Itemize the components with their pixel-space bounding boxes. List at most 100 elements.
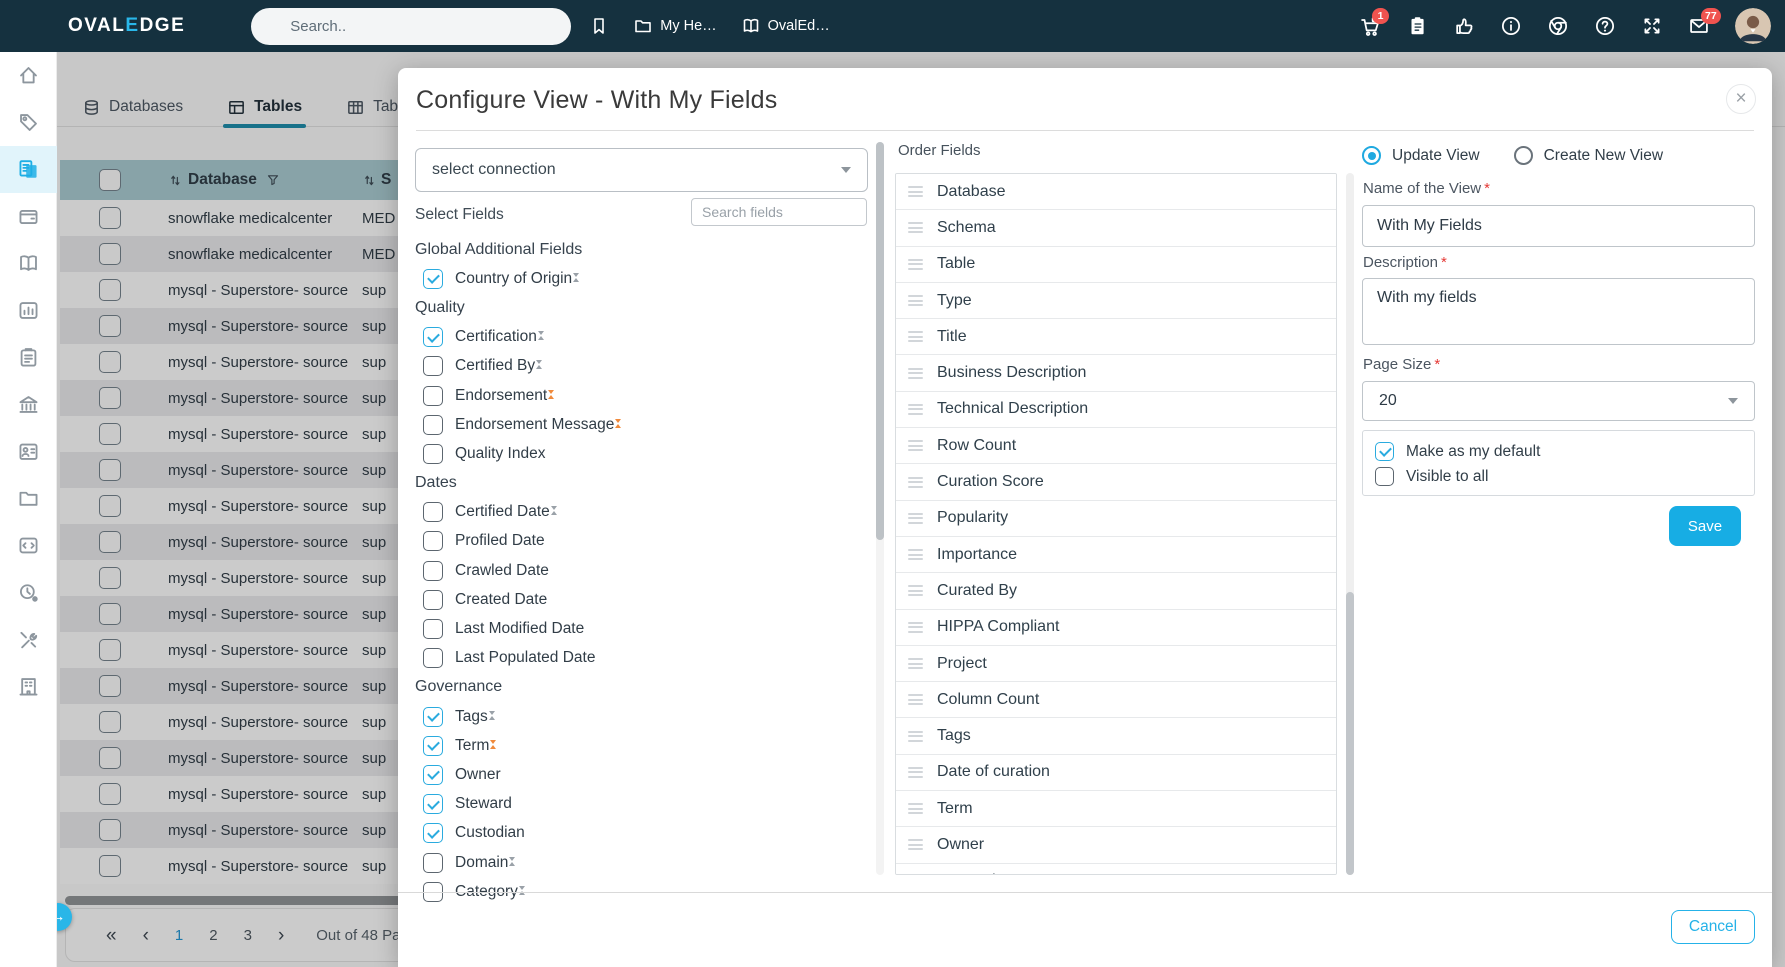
drag-handle-icon[interactable]: [908, 512, 923, 524]
info-button[interactable]: [1500, 15, 1522, 37]
field-checkbox[interactable]: [423, 385, 443, 406]
help-button[interactable]: [1594, 15, 1616, 37]
order-field-row[interactable]: Column Count: [896, 682, 1336, 719]
sidebar-item-tools[interactable]: [0, 616, 57, 663]
global-search-input[interactable]: [290, 17, 558, 35]
field-checkbox[interactable]: [423, 414, 443, 435]
field-checkbox[interactable]: [423, 794, 443, 815]
order-field-row[interactable]: Title: [896, 319, 1336, 356]
expand-button[interactable]: [1641, 15, 1663, 37]
sidebar-item-reports[interactable]: [0, 287, 57, 334]
order-field-row[interactable]: HIPPA Compliant: [896, 609, 1336, 646]
drag-handle-icon[interactable]: [908, 730, 923, 742]
field-checkbox[interactable]: [423, 764, 443, 785]
drag-handle-icon[interactable]: [908, 585, 923, 597]
drag-handle-icon[interactable]: [908, 694, 923, 706]
order-field-row[interactable]: Popularity: [896, 500, 1336, 537]
field-checkbox[interactable]: [423, 268, 443, 289]
field-checkbox[interactable]: [423, 735, 443, 756]
sidebar-item-wallet[interactable]: [0, 193, 57, 240]
drag-handle-icon[interactable]: [908, 621, 923, 633]
description-input[interactable]: [1362, 278, 1755, 345]
ovaledge-link[interactable]: OvalEd…: [741, 16, 830, 36]
drag-handle-icon[interactable]: [908, 331, 923, 343]
page-size-select[interactable]: 20: [1362, 381, 1755, 421]
field-checkbox[interactable]: [423, 619, 443, 640]
sidebar-item-files[interactable]: [0, 475, 57, 522]
order-field-row[interactable]: Type: [896, 282, 1336, 320]
drag-handle-icon[interactable]: [908, 367, 923, 379]
field-checkbox[interactable]: [423, 560, 443, 581]
fields-scrollbar-thumb[interactable]: [876, 142, 884, 540]
sidebar-item-home[interactable]: [0, 52, 57, 99]
order-field-row[interactable]: Schema: [896, 210, 1336, 247]
field-checkbox[interactable]: [423, 706, 443, 727]
field-checkbox[interactable]: [423, 327, 443, 348]
order-field-row[interactable]: Project: [896, 645, 1336, 683]
field-checkbox[interactable]: [423, 502, 443, 523]
drag-handle-icon[interactable]: [908, 222, 923, 234]
cancel-button[interactable]: Cancel: [1671, 910, 1755, 944]
order-field-row[interactable]: Importance: [896, 536, 1336, 574]
order-field-row[interactable]: Term: [896, 791, 1336, 828]
my-health-link[interactable]: My He…: [633, 16, 717, 36]
drag-handle-icon[interactable]: [908, 658, 923, 669]
order-field-row[interactable]: Owner: [896, 827, 1336, 864]
drag-handle-icon[interactable]: [908, 258, 923, 270]
connection-select[interactable]: select connection: [415, 148, 868, 192]
brand-logo[interactable]: OVALEDGE: [34, 13, 185, 39]
order-field-row[interactable]: Row Count: [896, 428, 1336, 465]
sidebar-item-projects[interactable]: [0, 334, 57, 381]
sidebar-item-org[interactable]: [0, 663, 57, 710]
order-field-row[interactable]: Steward: [896, 863, 1336, 874]
field-checkbox[interactable]: [423, 852, 443, 873]
sidebar-item-glossary[interactable]: [0, 240, 57, 287]
order-field-label: Schema: [937, 218, 996, 236]
drag-handle-icon[interactable]: [908, 295, 923, 307]
field-search-input[interactable]: [702, 204, 844, 220]
drag-handle-icon[interactable]: [908, 766, 923, 778]
view-name-input[interactable]: [1362, 205, 1755, 247]
drag-handle-icon[interactable]: [908, 440, 923, 452]
order-field-row[interactable]: Database: [896, 174, 1336, 211]
sidebar-item-governance[interactable]: [0, 381, 57, 428]
field-checkbox[interactable]: [423, 356, 443, 377]
drag-handle-icon[interactable]: [908, 549, 923, 561]
drag-handle-icon[interactable]: [908, 476, 923, 488]
order-field-row[interactable]: Tags: [896, 718, 1336, 755]
radio-update-view[interactable]: Update View: [1362, 146, 1480, 165]
sidebar-item-catalog[interactable]: [0, 146, 57, 193]
option-checkbox[interactable]: [1375, 467, 1394, 486]
radio-create-new-view[interactable]: Create New View: [1513, 146, 1663, 165]
drag-handle-icon[interactable]: [908, 839, 923, 851]
drag-handle-icon[interactable]: [908, 803, 923, 815]
sidebar-item-jobs[interactable]: [0, 569, 57, 616]
order-field-row[interactable]: Curation Score: [896, 464, 1336, 501]
order-field-row[interactable]: Curated By: [896, 573, 1336, 610]
drag-handle-icon[interactable]: [908, 186, 923, 198]
sidebar-item-query[interactable]: [0, 522, 57, 569]
order-scrollbar-thumb[interactable]: [1346, 592, 1354, 875]
field-checkbox[interactable]: [423, 823, 443, 844]
field-checkbox[interactable]: [423, 589, 443, 610]
drag-handle-icon[interactable]: [908, 403, 923, 415]
approvals-button[interactable]: [1453, 15, 1475, 37]
bookmark-button[interactable]: [589, 16, 609, 36]
order-field-row[interactable]: Table: [896, 246, 1336, 283]
sidebar-item-tags[interactable]: [0, 99, 57, 146]
messages-button[interactable]: 77: [1688, 8, 1721, 37]
option-checkbox[interactable]: [1375, 442, 1394, 461]
tasks-button[interactable]: [1406, 15, 1428, 37]
field-checkbox[interactable]: [423, 531, 443, 552]
save-button[interactable]: Save: [1669, 506, 1741, 546]
sidebar-item-contacts[interactable]: [0, 428, 57, 475]
profile-avatar[interactable]: [1735, 8, 1771, 44]
cart-button[interactable]: 1: [1359, 8, 1389, 37]
field-checkbox[interactable]: [423, 648, 443, 669]
field-checkbox[interactable]: [423, 443, 443, 464]
order-field-row[interactable]: Technical Description: [896, 391, 1336, 429]
order-field-row[interactable]: Date of curation: [896, 754, 1336, 792]
close-button[interactable]: ×: [1726, 84, 1756, 114]
browser-button[interactable]: [1547, 15, 1569, 37]
order-field-row[interactable]: Business Description: [896, 355, 1336, 392]
